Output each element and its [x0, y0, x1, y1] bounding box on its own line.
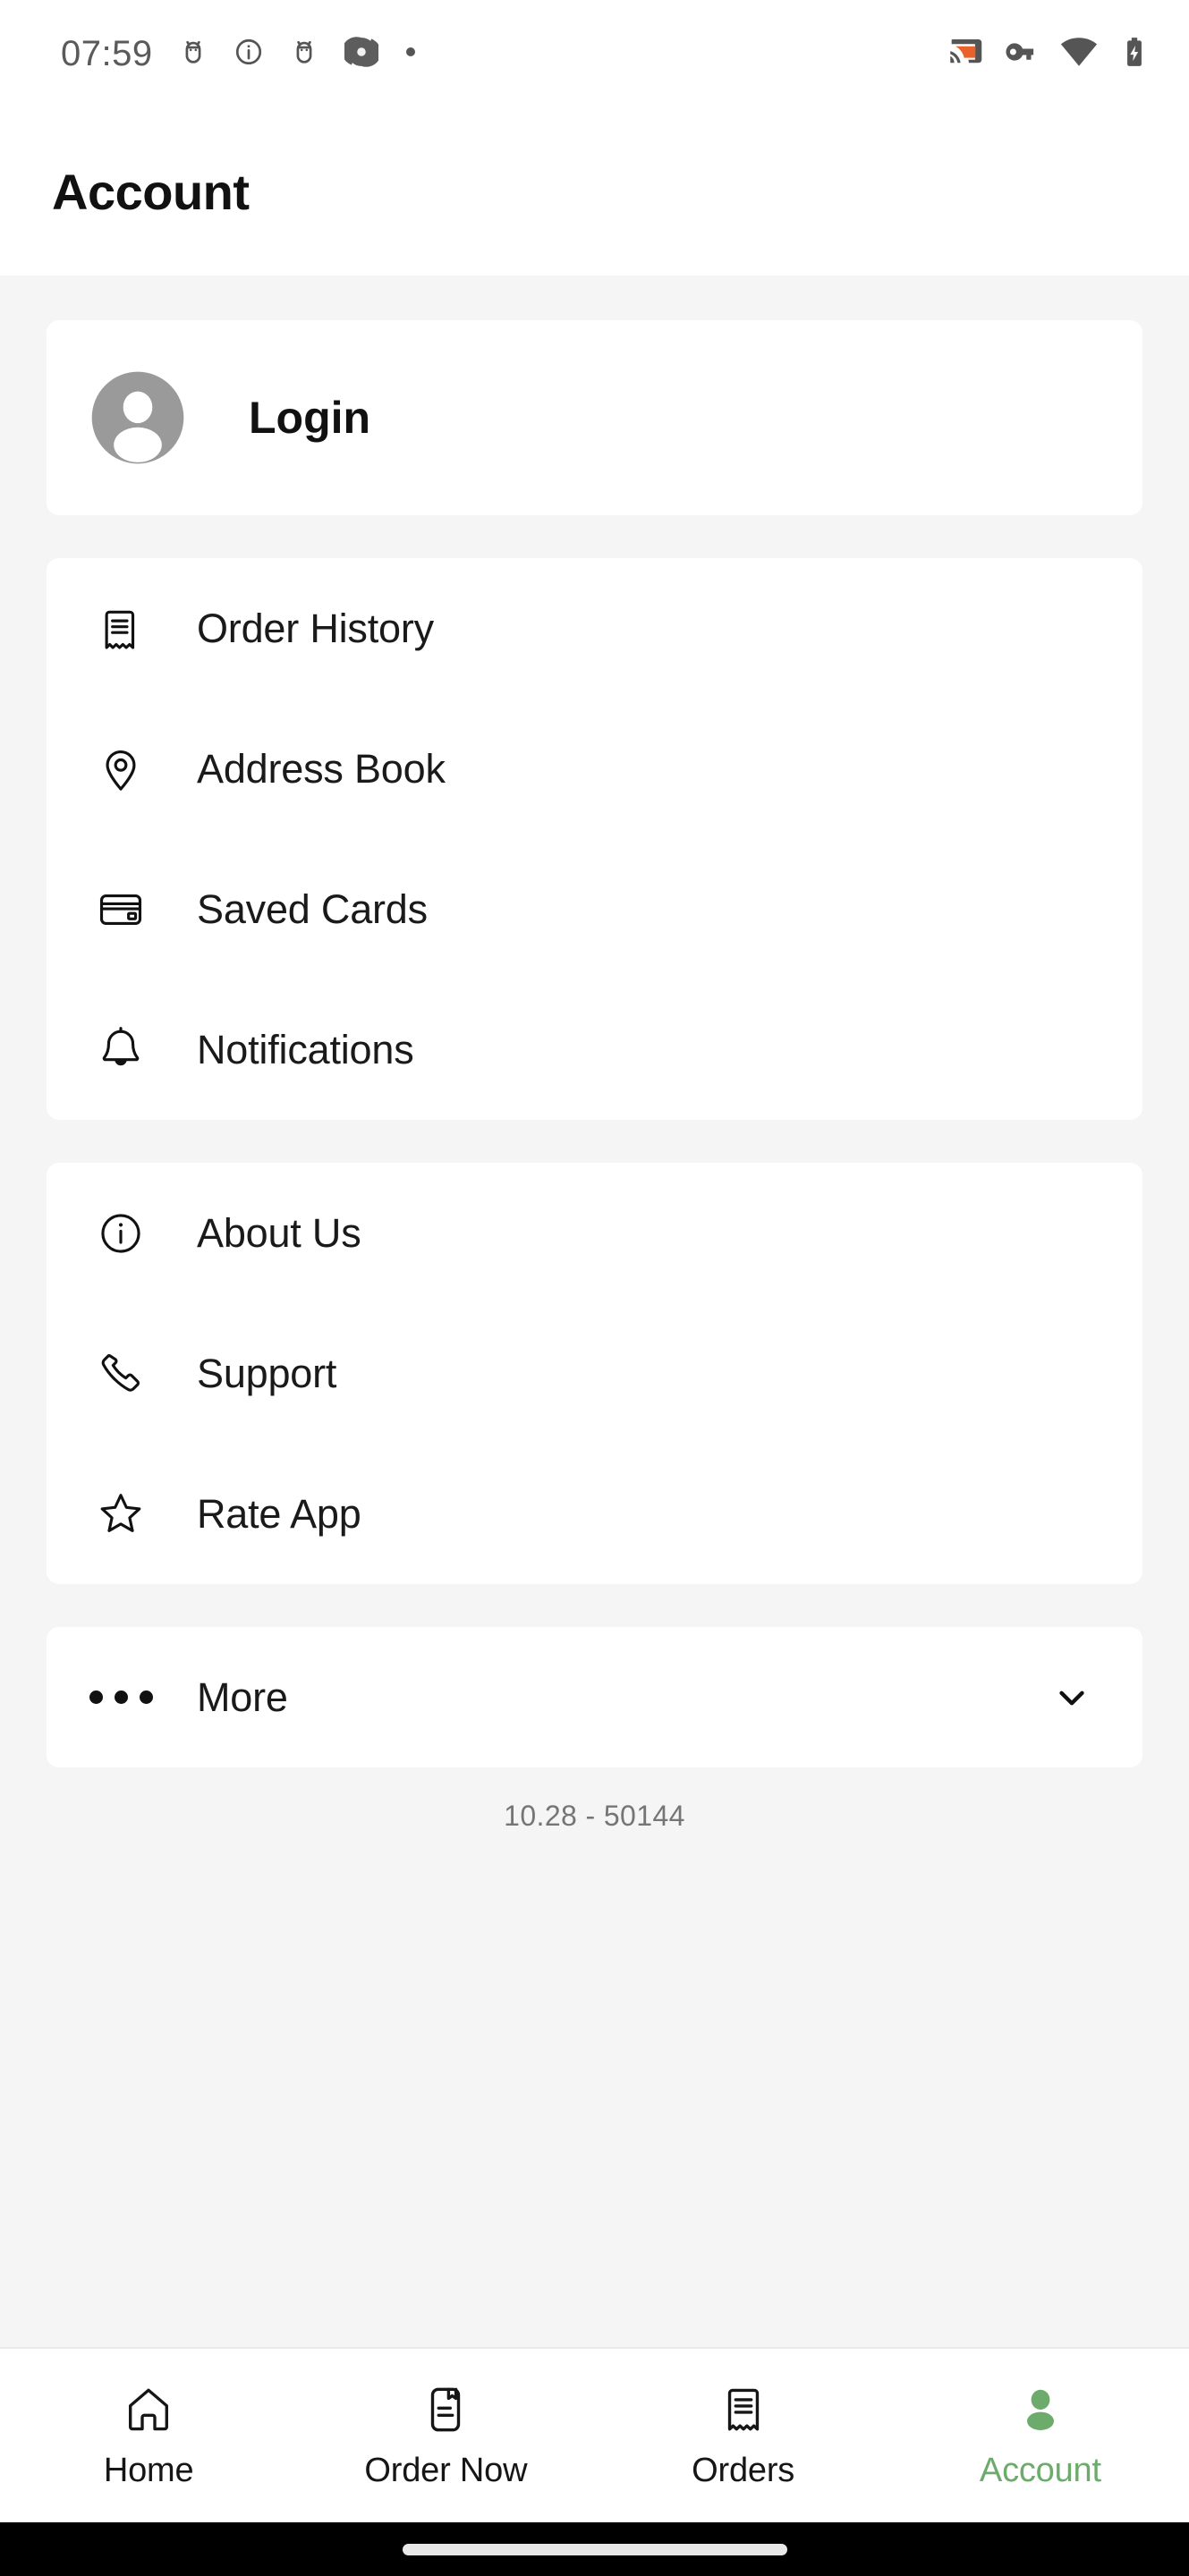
- menu-item-label: Rate App: [197, 1490, 361, 1537]
- battery-charging-icon: [1117, 35, 1151, 73]
- menu-item-label: Address Book: [197, 745, 446, 792]
- home-icon: [121, 2382, 176, 2437]
- app-screen: 07:59 Account Login Order History Addres…: [0, 0, 1189, 2576]
- nav-item-home[interactable]: Home: [0, 2349, 297, 2522]
- wifi-icon: [1060, 33, 1098, 75]
- app-header: Account: [0, 107, 1189, 275]
- menu-item-order-history[interactable]: Order History: [47, 558, 1142, 699]
- menu-item-label: Saved Cards: [197, 886, 428, 932]
- nav-item-account[interactable]: Account: [892, 2349, 1189, 2522]
- app-version-label: 10.28 - 50144: [504, 1800, 685, 1832]
- menu-item-about-us[interactable]: About Us: [47, 1163, 1142, 1303]
- status-bar-left: 07:59: [61, 34, 418, 74]
- account-content[interactable]: Login Order History Address Book Saved C…: [0, 275, 1189, 2347]
- person-icon: [1013, 2382, 1068, 2437]
- android-bot-icon: [289, 37, 319, 72]
- credit-card-icon: [93, 882, 149, 937]
- ellipsis-icon: [89, 1670, 153, 1725]
- location-pin-icon: [93, 741, 149, 797]
- page-title: Account: [52, 163, 250, 220]
- dot-icon: [403, 45, 418, 64]
- status-bar-right: [946, 33, 1151, 75]
- receipt-icon: [93, 601, 149, 657]
- status-clock: 07:59: [61, 33, 153, 73]
- bell-icon: [93, 1022, 149, 1078]
- android-bot-icon: [178, 37, 208, 72]
- nav-item-order-now[interactable]: Order Now: [297, 2349, 594, 2522]
- menu-card-icon: [418, 2382, 473, 2437]
- bottom-navigation: Home Order Now Orders Account: [0, 2347, 1189, 2522]
- menu-item-rate-app[interactable]: Rate App: [47, 1444, 1142, 1584]
- system-gesture-bar: [0, 2522, 1189, 2576]
- nav-label: Order Now: [364, 2451, 528, 2489]
- login-label: Login: [249, 393, 371, 443]
- status-bar: 07:59: [0, 0, 1189, 107]
- nav-label: Account: [979, 2451, 1101, 2489]
- menu-item-address-book[interactable]: Address Book: [47, 699, 1142, 839]
- menu-item-support[interactable]: Support: [47, 1303, 1142, 1444]
- person-avatar-icon: [88, 368, 188, 468]
- cast-icon: [946, 33, 983, 75]
- nav-label: Orders: [692, 2451, 795, 2489]
- menu-item-label: About Us: [197, 1209, 361, 1256]
- info-circle-icon: [234, 37, 264, 72]
- menu-item-more[interactable]: More: [47, 1627, 1142, 1767]
- phone-icon: [93, 1346, 149, 1402]
- chevron-down-icon[interactable]: [1048, 1674, 1096, 1722]
- shutter-app-icon: [341, 35, 381, 73]
- gesture-pill[interactable]: [402, 2543, 787, 2555]
- info-circle-icon: [93, 1206, 149, 1261]
- nav-item-orders[interactable]: Orders: [595, 2349, 892, 2522]
- menu-item-label: Order History: [197, 605, 434, 651]
- menu-item-notifications[interactable]: Notifications: [47, 979, 1142, 1120]
- more-label: More: [197, 1674, 288, 1720]
- login-row[interactable]: Login: [47, 320, 1142, 515]
- nav-label: Home: [103, 2451, 194, 2489]
- menu-item-label: Support: [197, 1350, 337, 1396]
- login-card[interactable]: Login: [47, 320, 1142, 515]
- vpn-key-icon: [1003, 33, 1040, 75]
- menu-item-label: Notifications: [197, 1026, 414, 1072]
- menu-item-saved-cards[interactable]: Saved Cards: [47, 839, 1142, 979]
- receipt-icon: [716, 2382, 771, 2437]
- star-outline-icon: [93, 1487, 149, 1542]
- info-options-card: About Us Support Rate App: [47, 1163, 1142, 1584]
- more-card[interactable]: More: [47, 1627, 1142, 1767]
- account-options-card: Order History Address Book Saved Cards N…: [47, 558, 1142, 1120]
